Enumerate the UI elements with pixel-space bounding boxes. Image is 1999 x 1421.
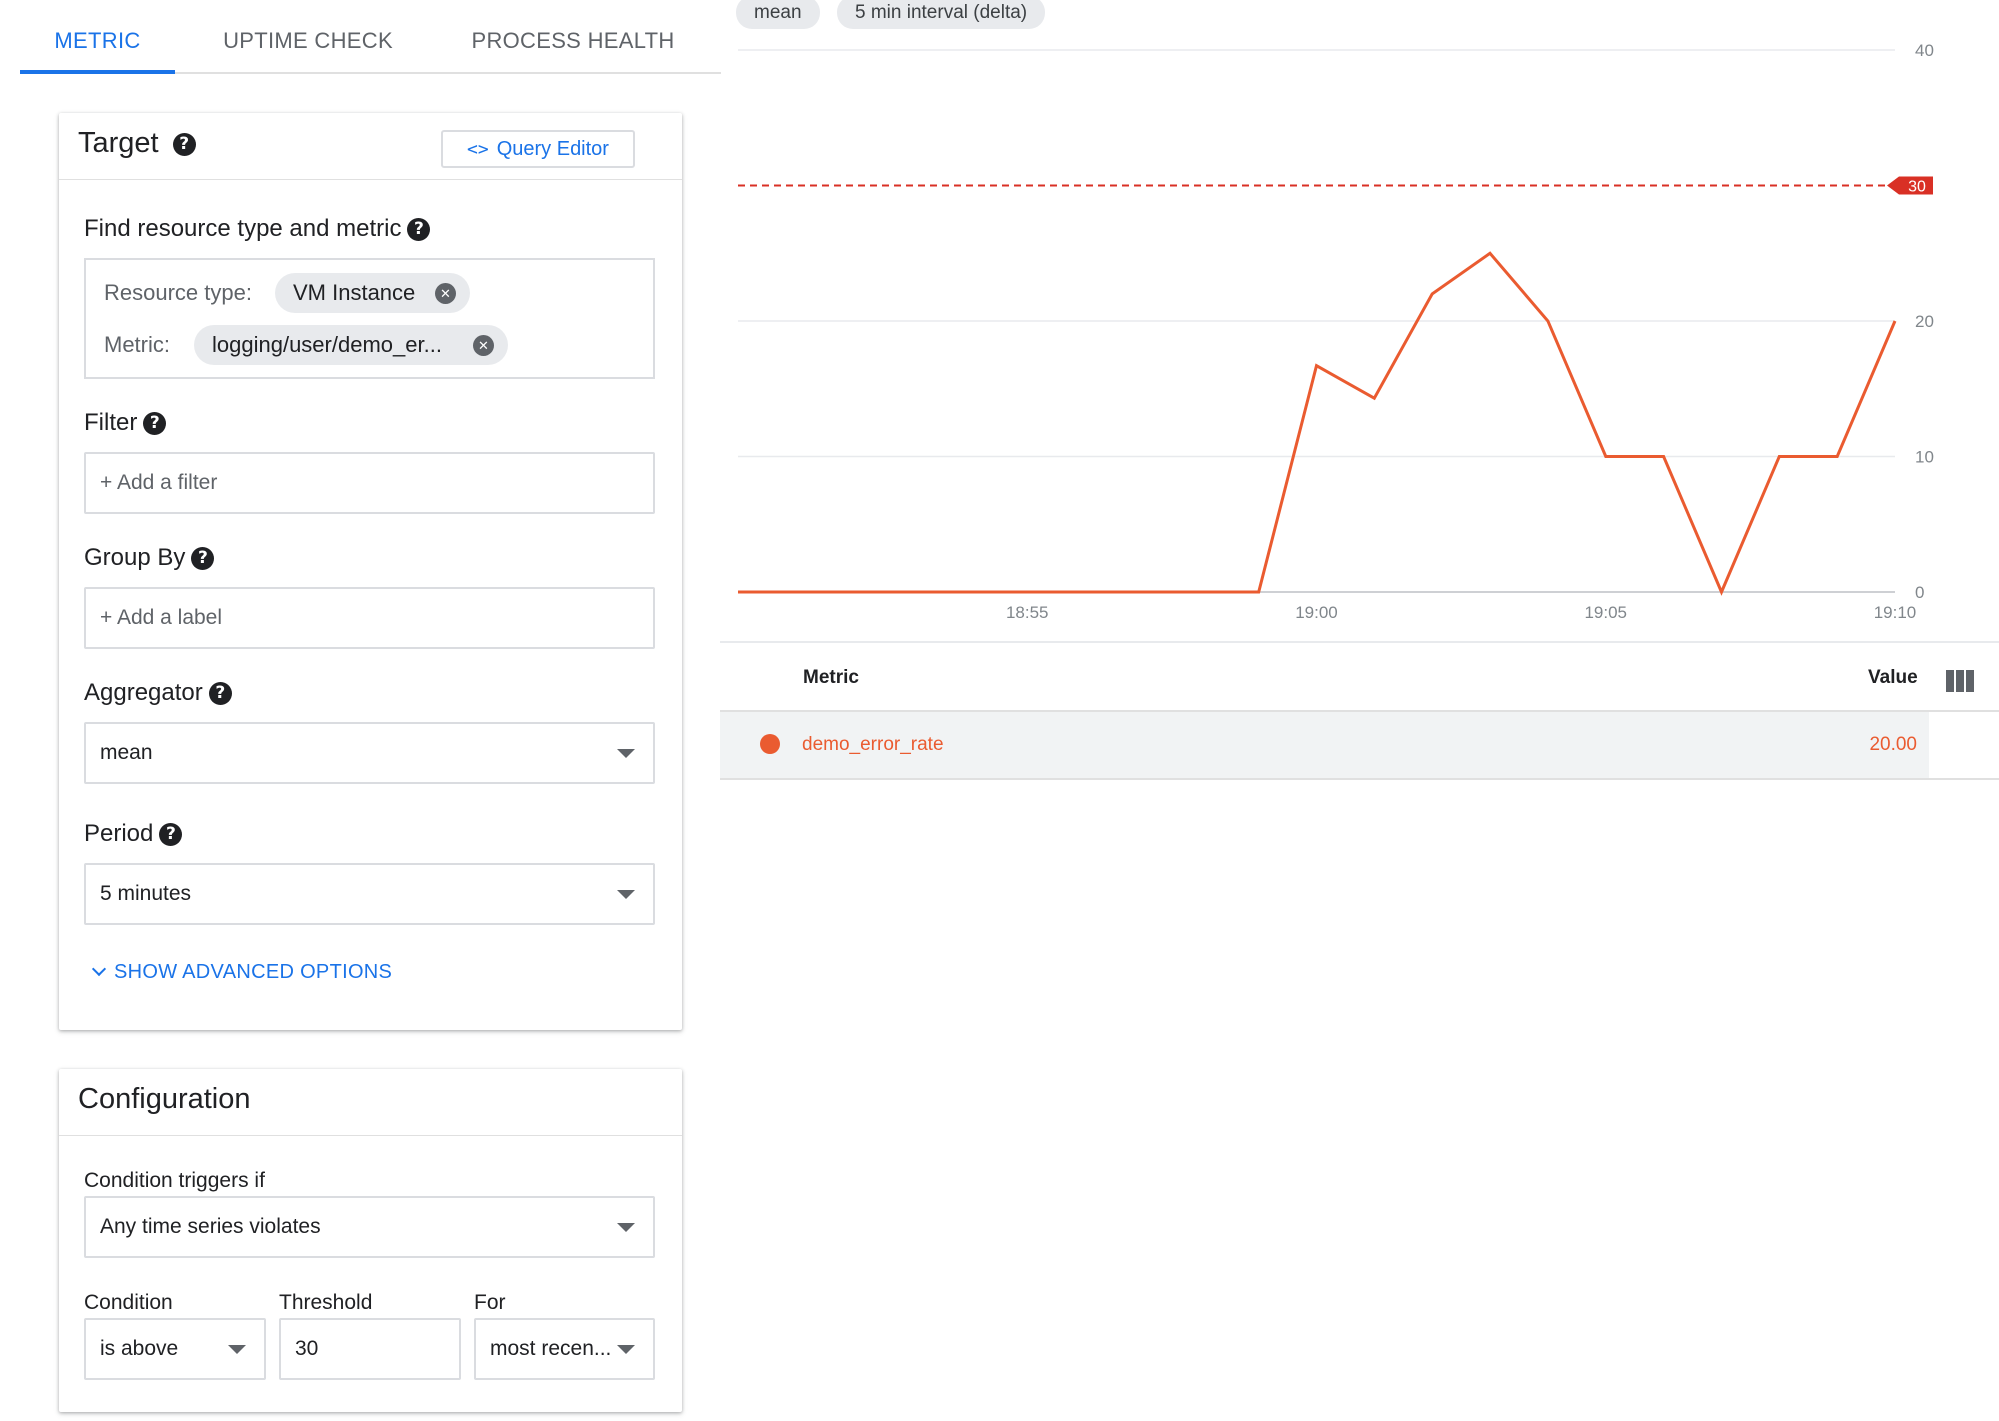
metric-column-header: Metric — [803, 667, 859, 688]
show-advanced-options-button[interactable]: SHOW ADVANCED OPTIONS — [91, 961, 393, 984]
row-metric: demo_error_rate — [802, 734, 944, 755]
y-tick-label: 10 — [1915, 448, 1934, 467]
columns-icon[interactable] — [1946, 670, 1974, 692]
aggregator-select[interactable]: mean — [84, 722, 655, 784]
y-tick-label: 40 — [1915, 41, 1934, 60]
row-value: 20.00 — [1869, 734, 1917, 755]
condition-label: Condition — [84, 1291, 173, 1314]
dropdown-arrow-icon — [617, 749, 635, 758]
configuration-card-header: Configuration — [59, 1069, 682, 1136]
chevron-down-icon — [91, 961, 107, 977]
condition-triggers-label: Condition triggers if — [84, 1169, 265, 1192]
dropdown-arrow-icon — [617, 1223, 635, 1232]
threshold-label: Threshold — [279, 1291, 373, 1314]
table-row[interactable]: demo_error_rate 20.00 — [720, 712, 1929, 778]
for-label: For — [474, 1291, 506, 1314]
condition-triggers-value: Any time series violates — [100, 1215, 321, 1238]
line-chart: 0 10 20 40 18:55 19:00 19:05 19:10 30 — [738, 41, 1934, 622]
x-tick-label: 19:10 — [1874, 603, 1917, 622]
x-tick-label: 19:00 — [1295, 603, 1338, 622]
dropdown-arrow-icon — [228, 1345, 246, 1354]
configuration-card: Configuration Condition triggers if Any … — [59, 1069, 682, 1412]
for-select[interactable]: most recen... — [474, 1318, 655, 1380]
condition-triggers-select[interactable]: Any time series violates — [84, 1196, 655, 1258]
x-tick-label: 18:55 — [1006, 603, 1049, 622]
x-tick-label: 19:05 — [1584, 603, 1627, 622]
y-tick-label: 20 — [1915, 312, 1934, 331]
condition-select[interactable]: is above — [84, 1318, 266, 1380]
period-label: Period? — [84, 820, 183, 848]
threshold-input[interactable]: 30 — [279, 1318, 461, 1380]
condition-value: is above — [100, 1337, 179, 1360]
threshold-label: 30 — [1908, 179, 1926, 196]
for-value: most recen... — [490, 1337, 612, 1360]
aggregator-label: Aggregator? — [84, 679, 232, 707]
period-select[interactable]: 5 minutes — [84, 863, 655, 925]
series-color-dot — [760, 734, 780, 754]
aggregator-value: mean — [100, 741, 153, 764]
divider — [720, 778, 1999, 780]
dropdown-arrow-icon — [617, 1345, 635, 1354]
legend-table-header: Metric Value — [720, 641, 1999, 712]
y-tick-label: 0 — [1915, 583, 1924, 602]
period-value: 5 minutes — [100, 882, 192, 905]
configuration-title: Configuration — [78, 1083, 251, 1115]
aggregator-text: Aggregator — [84, 679, 203, 706]
help-icon[interactable]: ? — [159, 823, 183, 847]
advanced-label: SHOW ADVANCED OPTIONS — [114, 961, 393, 983]
help-icon[interactable]: ? — [208, 682, 232, 706]
threshold-value: 30 — [295, 1337, 319, 1360]
period-text: Period — [84, 820, 154, 847]
value-column-header: Value — [1868, 667, 1918, 688]
series-line-demo_error_rate — [738, 251, 1897, 596]
dropdown-arrow-icon — [617, 890, 635, 899]
